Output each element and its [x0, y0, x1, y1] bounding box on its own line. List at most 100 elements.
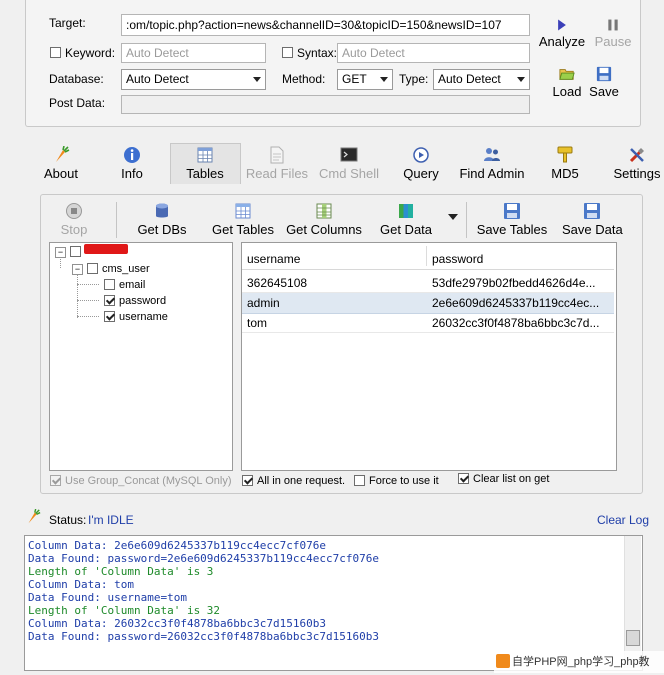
force-label: Force to use it [369, 475, 439, 487]
stop-button[interactable]: Stop [56, 202, 92, 237]
table-node-label[interactable]: cms_user [102, 262, 150, 276]
clear-list-label: Clear list on get [473, 473, 550, 485]
tab-read-files-label: Read Files [245, 166, 309, 181]
grid-cell[interactable]: 53dfe2979b02fbedd4626d4e... [432, 276, 612, 290]
column-node-label[interactable]: username [119, 310, 168, 324]
pause-label: Pause [594, 34, 632, 49]
grid-cell[interactable]: 362645108 [247, 276, 307, 290]
get-data-dropdown[interactable] [448, 214, 458, 220]
tab-settings-label: Settings [613, 166, 661, 181]
tab-md5[interactable]: MD5 [548, 146, 582, 181]
tab-tables[interactable]: Tables [180, 146, 230, 181]
save-data-button[interactable]: Save Data [562, 202, 623, 237]
grid-cell[interactable]: 26032cc3f0f4878ba6bbc3c7d... [432, 316, 612, 330]
tab-cmd-shell-label: Cmd Shell [319, 166, 379, 181]
get-dbs-button[interactable]: Get DBs [136, 202, 188, 237]
column-node-checkbox[interactable] [104, 279, 115, 290]
tab-find-admin-label: Find Admin [459, 166, 525, 181]
chevron-down-icon [253, 77, 261, 82]
syntax-input[interactable]: Auto Detect [337, 43, 530, 63]
tree-guide-lines [77, 284, 99, 285]
save-data-label: Save Data [562, 222, 623, 237]
grid-row-divider [242, 292, 614, 293]
log-scrollbar-thumb[interactable] [626, 630, 640, 646]
tree-guide-lines [77, 316, 99, 317]
tab-query[interactable]: Query [401, 146, 441, 181]
syntax-checkbox[interactable] [282, 47, 293, 58]
column-node-checkbox[interactable] [104, 311, 115, 322]
tab-about[interactable]: About [40, 146, 82, 181]
log-scrollbar[interactable] [624, 536, 641, 668]
tree-collapse-toggle[interactable]: − [55, 247, 66, 258]
save-tables-button[interactable]: Save Tables [476, 202, 548, 237]
get-tables-button[interactable]: Get Tables [210, 202, 276, 237]
postdata-label: Post Data: [49, 96, 106, 110]
database-node-checkbox[interactable] [70, 246, 81, 257]
log-line: Data Found: password=26032cc3f0f4878ba6b… [28, 630, 379, 643]
key-icon [557, 146, 573, 163]
redacted-database-name [84, 244, 128, 254]
table-icon [197, 147, 213, 163]
database-select[interactable]: Auto Detect [121, 69, 266, 90]
get-dbs-label: Get DBs [137, 222, 187, 237]
grid-cell[interactable]: 2e6e609d6245337b119cc4ec... [432, 296, 612, 310]
floppy-icon [504, 203, 520, 219]
keyword-input[interactable]: Auto Detect [121, 43, 266, 63]
group-concat-label: Use Group_Concat (MySQL Only) [65, 475, 232, 487]
keyword-checkbox[interactable] [50, 47, 61, 58]
grid-header-password[interactable]: password [432, 252, 483, 266]
stop-icon [66, 203, 82, 219]
get-columns-label: Get Columns [286, 222, 362, 237]
clear-list-checkbox[interactable] [458, 473, 469, 484]
group-concat-checkbox[interactable] [50, 475, 61, 486]
users-icon [484, 148, 500, 161]
postdata-input[interactable] [121, 95, 530, 114]
tree-collapse-toggle[interactable]: − [72, 264, 83, 275]
method-select[interactable]: GET [337, 69, 393, 90]
column-node-checkbox[interactable] [104, 295, 115, 306]
grid-cell[interactable]: tom [247, 316, 267, 330]
tab-query-label: Query [403, 166, 439, 181]
log-line: Column Data: tom [28, 578, 134, 591]
tab-info[interactable]: Info [114, 146, 150, 181]
analyze-label: Analyze [538, 34, 586, 49]
all-in-one-checkbox[interactable] [242, 475, 253, 486]
get-columns-button[interactable]: Get Columns [285, 202, 363, 237]
pause-button[interactable]: Pause [592, 18, 634, 49]
file-icon [270, 146, 284, 164]
column-node-label[interactable]: password [119, 294, 166, 308]
save-button[interactable]: Save [588, 66, 620, 99]
tab-find-admin[interactable]: Find Admin [458, 146, 526, 181]
tree-guide-lines [77, 274, 79, 318]
log-line: Data Found: password=2e6e609d6245337b119… [28, 552, 379, 565]
database-icon [156, 203, 168, 218]
analyze-button[interactable]: Analyze [538, 18, 586, 49]
tab-read-files[interactable]: Read Files [245, 146, 309, 181]
target-input[interactable]: :om/topic.php?action=news&channelID=30&t… [121, 14, 530, 36]
query-icon [413, 147, 429, 163]
tab-settings[interactable]: Settings [610, 146, 664, 181]
folder-open-icon [559, 69, 575, 80]
column-node-label[interactable]: email [119, 278, 145, 292]
save-label: Save [589, 84, 619, 99]
database-label: Database: [49, 72, 104, 86]
force-checkbox[interactable] [354, 475, 365, 486]
columns-icon [316, 203, 332, 219]
watermark-logo-icon [496, 654, 510, 668]
get-data-button[interactable]: Get Data [378, 202, 434, 237]
log-line: Length of 'Column Data' is 3 [28, 565, 214, 578]
tab-cmd-shell[interactable]: Cmd Shell [318, 146, 380, 181]
load-button[interactable]: Load [549, 66, 585, 99]
tools-icon [629, 148, 644, 163]
table-node-checkbox[interactable] [87, 263, 98, 274]
watermark-text: 自学PHP网_php学习_php教 [512, 656, 650, 668]
clear-log-link[interactable]: Clear Log [597, 513, 649, 527]
watermark: 自学PHP网_php学习_php教 [494, 651, 664, 673]
method-label: Method: [282, 72, 326, 86]
type-label: Type: [399, 72, 429, 86]
terminal-icon [340, 147, 358, 162]
play-icon [558, 19, 566, 31]
grid-header-username[interactable]: username [247, 252, 300, 266]
type-select[interactable]: Auto Detect [433, 69, 530, 90]
grid-cell[interactable]: admin [247, 296, 280, 310]
